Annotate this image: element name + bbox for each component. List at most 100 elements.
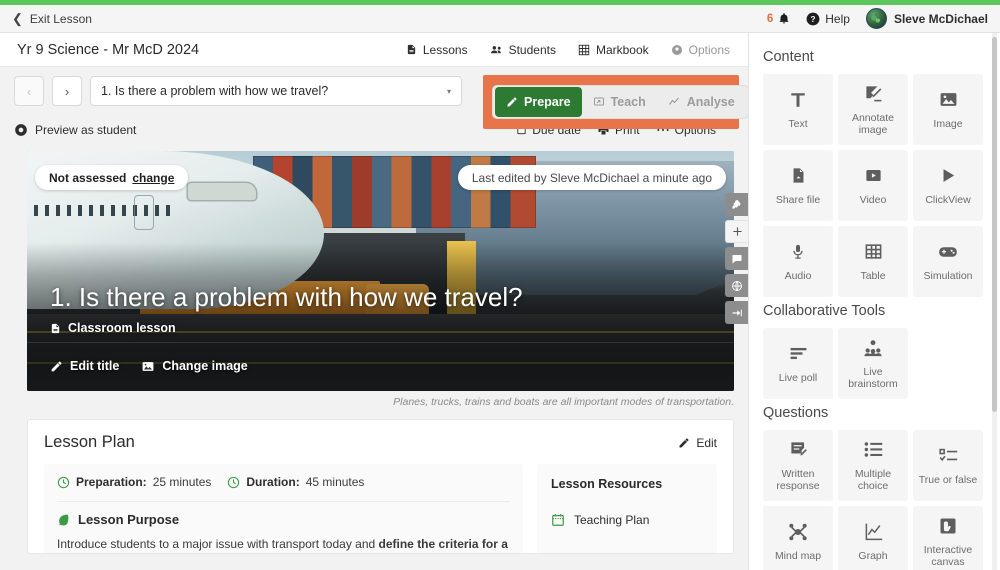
preparation-label: Preparation: — [76, 475, 147, 489]
tile-live-poll[interactable]: Live poll — [763, 328, 833, 399]
content-tiles: Text Annotate image Image Share file Vid… — [763, 74, 983, 297]
lesson-select-dropdown[interactable]: 1. Is there a problem with how we travel… — [90, 76, 462, 106]
share-file-icon — [790, 165, 807, 187]
lesson-plan-main: Preparation: 25 minutes Duration: 45 min… — [44, 464, 523, 554]
previous-lesson-button[interactable]: ‹ — [14, 76, 44, 106]
clock-icon — [57, 476, 70, 489]
nav-options-label: Options — [688, 42, 730, 57]
tile-audio[interactable]: Audio — [763, 226, 833, 297]
video-icon — [864, 165, 883, 187]
lesson-plan-title: Lesson Plan — [44, 433, 135, 451]
annotate-image-icon — [864, 83, 883, 105]
nav-markbook[interactable]: Markbook — [578, 43, 649, 57]
tile-video[interactable]: Video — [838, 150, 908, 221]
tile-share-file[interactable]: Share file — [763, 150, 833, 221]
mode-prepare-button[interactable]: Prepare — [495, 87, 582, 117]
tile-graph[interactable]: Graph — [838, 506, 908, 570]
collapse-right-icon[interactable] — [725, 301, 748, 324]
lesson-plan-header: Lesson Plan Edit — [44, 433, 717, 452]
change-assessment-link[interactable]: change — [132, 171, 174, 185]
tile-table[interactable]: Table — [838, 226, 908, 297]
true-false-icon — [938, 445, 958, 467]
preview-as-student-label: Preview as student — [35, 123, 137, 137]
panel-heading-collaborative: Collaborative Tools — [763, 303, 886, 319]
tile-true-or-false[interactable]: True or false — [913, 430, 983, 501]
written-response-icon — [789, 439, 808, 461]
mode-teach-button[interactable]: Teach — [582, 87, 657, 117]
lesson-plan-card: Lesson Plan Edit Preparation: 25 minutes… — [27, 419, 734, 555]
purpose-text-b: define the criteria for a — [378, 537, 508, 551]
duration-label: Duration: — [246, 475, 300, 489]
tile-mind-map[interactable]: Mind map — [763, 506, 833, 570]
calendar-icon — [551, 513, 565, 527]
panel-scrollbar-thumb[interactable] — [992, 37, 997, 412]
hero-title: 1. Is there a problem with how we travel… — [50, 282, 523, 312]
chart-line-icon — [668, 96, 681, 108]
nav-markbook-label: Markbook — [595, 42, 649, 57]
svg-text:?: ? — [811, 14, 816, 23]
nav-students-label: Students — [508, 42, 556, 57]
image-icon — [141, 360, 155, 373]
lesson-resources-title: Lesson Resources — [551, 477, 663, 491]
last-edited-badge: Last edited by Sleve McDichael a minute … — [457, 165, 726, 190]
mode-teach-label: Teach — [610, 95, 646, 109]
nav-students[interactable]: Students — [490, 43, 556, 57]
resource-teaching-plan[interactable]: Teaching Plan — [551, 513, 703, 527]
tile-live-brainstorm[interactable]: Live brainstorm — [838, 328, 908, 399]
edit-lesson-plan-button[interactable]: Edit — [678, 436, 717, 450]
tile-interactive-canvas-label: Interactive canvas — [923, 543, 973, 568]
exit-lesson-button[interactable]: ❮ Exit Lesson — [12, 12, 92, 26]
lesson-prepare-screen: ❮ Exit Lesson 6 ? Help Sleve McDichael Y… — [0, 0, 1000, 570]
gear-icon — [671, 44, 683, 56]
preview-as-student-button[interactable]: Preview as student — [14, 123, 136, 137]
change-image-label: Change image — [162, 359, 248, 373]
tile-multiple-choice[interactable]: Multiple choice — [838, 430, 908, 501]
user-menu[interactable]: Sleve McDichael — [865, 8, 988, 29]
tile-audio-label: Audio — [784, 269, 812, 282]
user-name: Sleve McDichael — [893, 11, 988, 26]
chevron-down-icon: ▾ — [446, 86, 451, 96]
list-icon — [864, 439, 883, 461]
tile-graph-label: Graph — [858, 549, 888, 562]
content-library-panel: Content Text Annotate image Image Share … — [748, 33, 1000, 570]
edit-lesson-plan-label: Edit — [696, 435, 717, 450]
tile-clickview[interactable]: ClickView — [913, 150, 983, 221]
comment-icon[interactable] — [725, 247, 748, 270]
play-icon — [940, 165, 957, 187]
tile-table-label: Table — [860, 269, 886, 282]
mode-prepare-label: Prepare — [524, 95, 571, 109]
tile-multiple-choice-label: Multiple choice — [854, 467, 892, 492]
tile-annotate-image-label: Annotate image — [851, 111, 895, 136]
lesson-document-icon — [50, 322, 61, 335]
plus-icon[interactable] — [725, 220, 748, 243]
globe-icon[interactable] — [725, 274, 748, 297]
tile-text[interactable]: Text — [763, 74, 833, 145]
tile-simulation[interactable]: Simulation — [913, 226, 983, 297]
edit-title-label: Edit title — [70, 359, 120, 373]
nav-lessons-label: Lessons — [422, 42, 468, 57]
notifications-button[interactable]: 6 — [767, 12, 790, 25]
tile-image-label: Image — [933, 117, 963, 130]
nav-options[interactable]: Options — [671, 43, 730, 57]
preparation-time: Preparation: 25 minutes — [57, 475, 211, 489]
help-button[interactable]: ? Help — [806, 12, 850, 26]
pin-icon[interactable] — [725, 193, 748, 216]
top-bar: ❮ Exit Lesson 6 ? Help Sleve McDichael — [0, 5, 1000, 33]
nav-lessons[interactable]: Lessons — [406, 43, 468, 57]
next-lesson-button[interactable]: › — [52, 76, 82, 106]
avatar — [865, 8, 887, 29]
tile-interactive-canvas[interactable]: Interactive canvas — [913, 506, 983, 570]
edit-title-button[interactable]: Edit title — [50, 359, 119, 373]
panel-heading-questions: Questions — [763, 405, 829, 421]
tile-image[interactable]: Image — [913, 74, 983, 145]
lesson-purpose-label: Lesson Purpose — [78, 512, 180, 527]
pencil-icon — [678, 437, 690, 449]
document-icon — [406, 43, 417, 56]
mode-analyse-label: Analyse — [686, 95, 735, 109]
tile-written-response[interactable]: Written response — [763, 430, 833, 501]
tile-annotate-image[interactable]: Annotate image — [838, 74, 908, 145]
lesson-select-value: 1. Is there a problem with how we travel… — [101, 84, 329, 98]
change-image-button[interactable]: Change image — [141, 359, 248, 373]
help-circle-icon: ? — [806, 12, 820, 26]
mode-analyse-button[interactable]: Analyse — [657, 87, 746, 117]
